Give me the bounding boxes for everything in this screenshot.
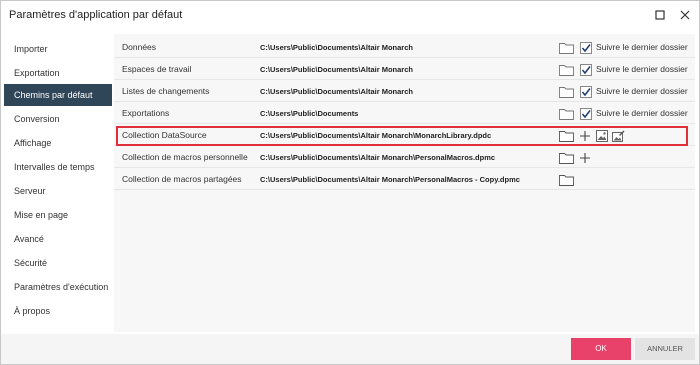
settings-sidebar: Importer Exportation Chemins par défaut … [4,34,112,332]
path-row-espaces-de-travail: Espaces de travail C:\Users\Public\Docum… [114,60,695,80]
sidebar-item-mise-en-page[interactable]: Mise en page [4,204,112,226]
folder-icon [559,152,574,164]
sidebar-item-label: À propos [14,306,51,316]
sidebar-item-label: Avancé [14,234,44,244]
sidebar-item-conversion[interactable]: Conversion [4,108,112,130]
path-row-donnees: Données C:\Users\Public\Documents\Altair… [114,38,695,58]
title-bar: Paramètres d'application par défaut [1,1,699,29]
follow-last-folder-checkbox[interactable] [580,64,592,76]
path-row-listes-de-changements: Listes de changements C:\Users\Public\Do… [114,82,695,102]
browse-folder-button[interactable] [559,151,574,164]
follow-last-folder-checkbox[interactable] [580,42,592,54]
browse-folder-button[interactable] [559,85,574,98]
sidebar-item-label: Serveur [14,186,46,196]
maximize-icon [655,10,665,20]
sidebar-item-parametres-execution[interactable]: Paramètres d'exécution [4,276,112,298]
maximize-button[interactable] [652,7,668,23]
path-row-label: Exportations [122,108,170,118]
checkmark-icon [581,88,591,97]
close-button[interactable] [677,7,693,23]
path-row-collection-datasource: Collection DataSource C:\Users\Public\Do… [114,126,695,146]
folder-icon [559,42,574,54]
folder-icon [559,174,574,186]
sidebar-item-chemins-par-defaut[interactable]: Chemins par défaut [4,84,112,106]
path-row-label: Listes de changements [122,86,210,96]
sidebar-item-label: Mise en page [14,210,69,220]
path-value[interactable]: C:\Users\Public\Documents [260,109,358,118]
sidebar-item-label: Affichage [14,138,52,148]
sidebar-item-securite[interactable]: Sécurité [4,252,112,274]
follow-last-folder-label: Suivre le dernier dossier [596,86,688,96]
checkmark-icon [581,110,591,119]
sidebar-item-avance[interactable]: Avancé [4,228,112,250]
ok-button[interactable]: OK [571,338,631,360]
highlight-frame [116,126,688,146]
path-row-macros-partagees: Collection de macros partagées C:\Users\… [114,170,695,190]
browse-folder-button[interactable] [559,41,574,54]
path-row-label: Données [122,42,157,52]
sidebar-item-label: Intervalles de temps [14,162,95,172]
folder-icon [559,64,574,76]
follow-last-folder-checkbox[interactable] [580,108,592,120]
path-value[interactable]: C:\Users\Public\Documents\Altair Monarch [260,65,413,74]
sidebar-item-label: Sécurité [14,258,48,268]
sidebar-item-exportation[interactable]: Exportation [4,62,112,84]
browse-folder-button[interactable] [559,63,574,76]
path-value[interactable]: C:\Users\Public\Documents\Altair Monarch… [260,175,520,184]
add-collection-button[interactable] [579,152,591,164]
follow-last-folder-label: Suivre le dernier dossier [596,42,688,52]
close-icon [680,10,690,20]
folder-icon [559,108,574,120]
path-row-label: Espaces de travail [122,64,192,74]
cancel-button[interactable]: ANNULER [635,338,695,360]
sidebar-item-serveur[interactable]: Serveur [4,180,112,202]
checkmark-icon [581,44,591,53]
plus-icon [580,153,590,163]
follow-last-folder-label: Suivre le dernier dossier [596,64,688,74]
follow-last-folder-checkbox[interactable] [580,86,592,98]
path-row-exportations: Exportations C:\Users\Public\Documents S… [114,104,695,124]
path-value[interactable]: C:\Users\Public\Documents\Altair Monarch [260,87,413,96]
checkmark-icon [581,66,591,75]
sidebar-item-label: Chemins par défaut [14,90,93,100]
path-value[interactable]: C:\Users\Public\Documents\Altair Monarch… [260,153,495,162]
dialog-footer: OK ANNULER [1,334,699,364]
path-row-label: Collection de macros personnelle [122,152,248,162]
path-row-label: Collection de macros partagées [122,174,242,184]
sidebar-item-label: Exportation [14,68,60,78]
folder-icon [559,86,574,98]
path-row-macros-personnelle: Collection de macros personnelle C:\User… [114,148,695,168]
sidebar-item-label: Paramètres d'exécution [14,282,109,292]
sidebar-item-label: Importer [14,44,48,54]
dialog-title: Paramètres d'application par défaut [9,9,183,21]
sidebar-item-a-propos[interactable]: À propos [4,300,112,322]
settings-dialog: Paramètres d'application par défaut Impo… [0,0,700,365]
path-value[interactable]: C:\Users\Public\Documents\Altair Monarch [260,43,413,52]
sidebar-item-intervalles-de-temps[interactable]: Intervalles de temps [4,156,112,178]
browse-folder-button[interactable] [559,107,574,120]
sidebar-item-label: Conversion [14,114,60,124]
default-paths-panel: Données C:\Users\Public\Documents\Altair… [114,34,695,332]
sidebar-item-importer[interactable]: Importer [4,38,112,60]
sidebar-item-affichage[interactable]: Affichage [4,132,112,154]
follow-last-folder-label: Suivre le dernier dossier [596,108,688,118]
browse-folder-button[interactable] [559,173,574,186]
